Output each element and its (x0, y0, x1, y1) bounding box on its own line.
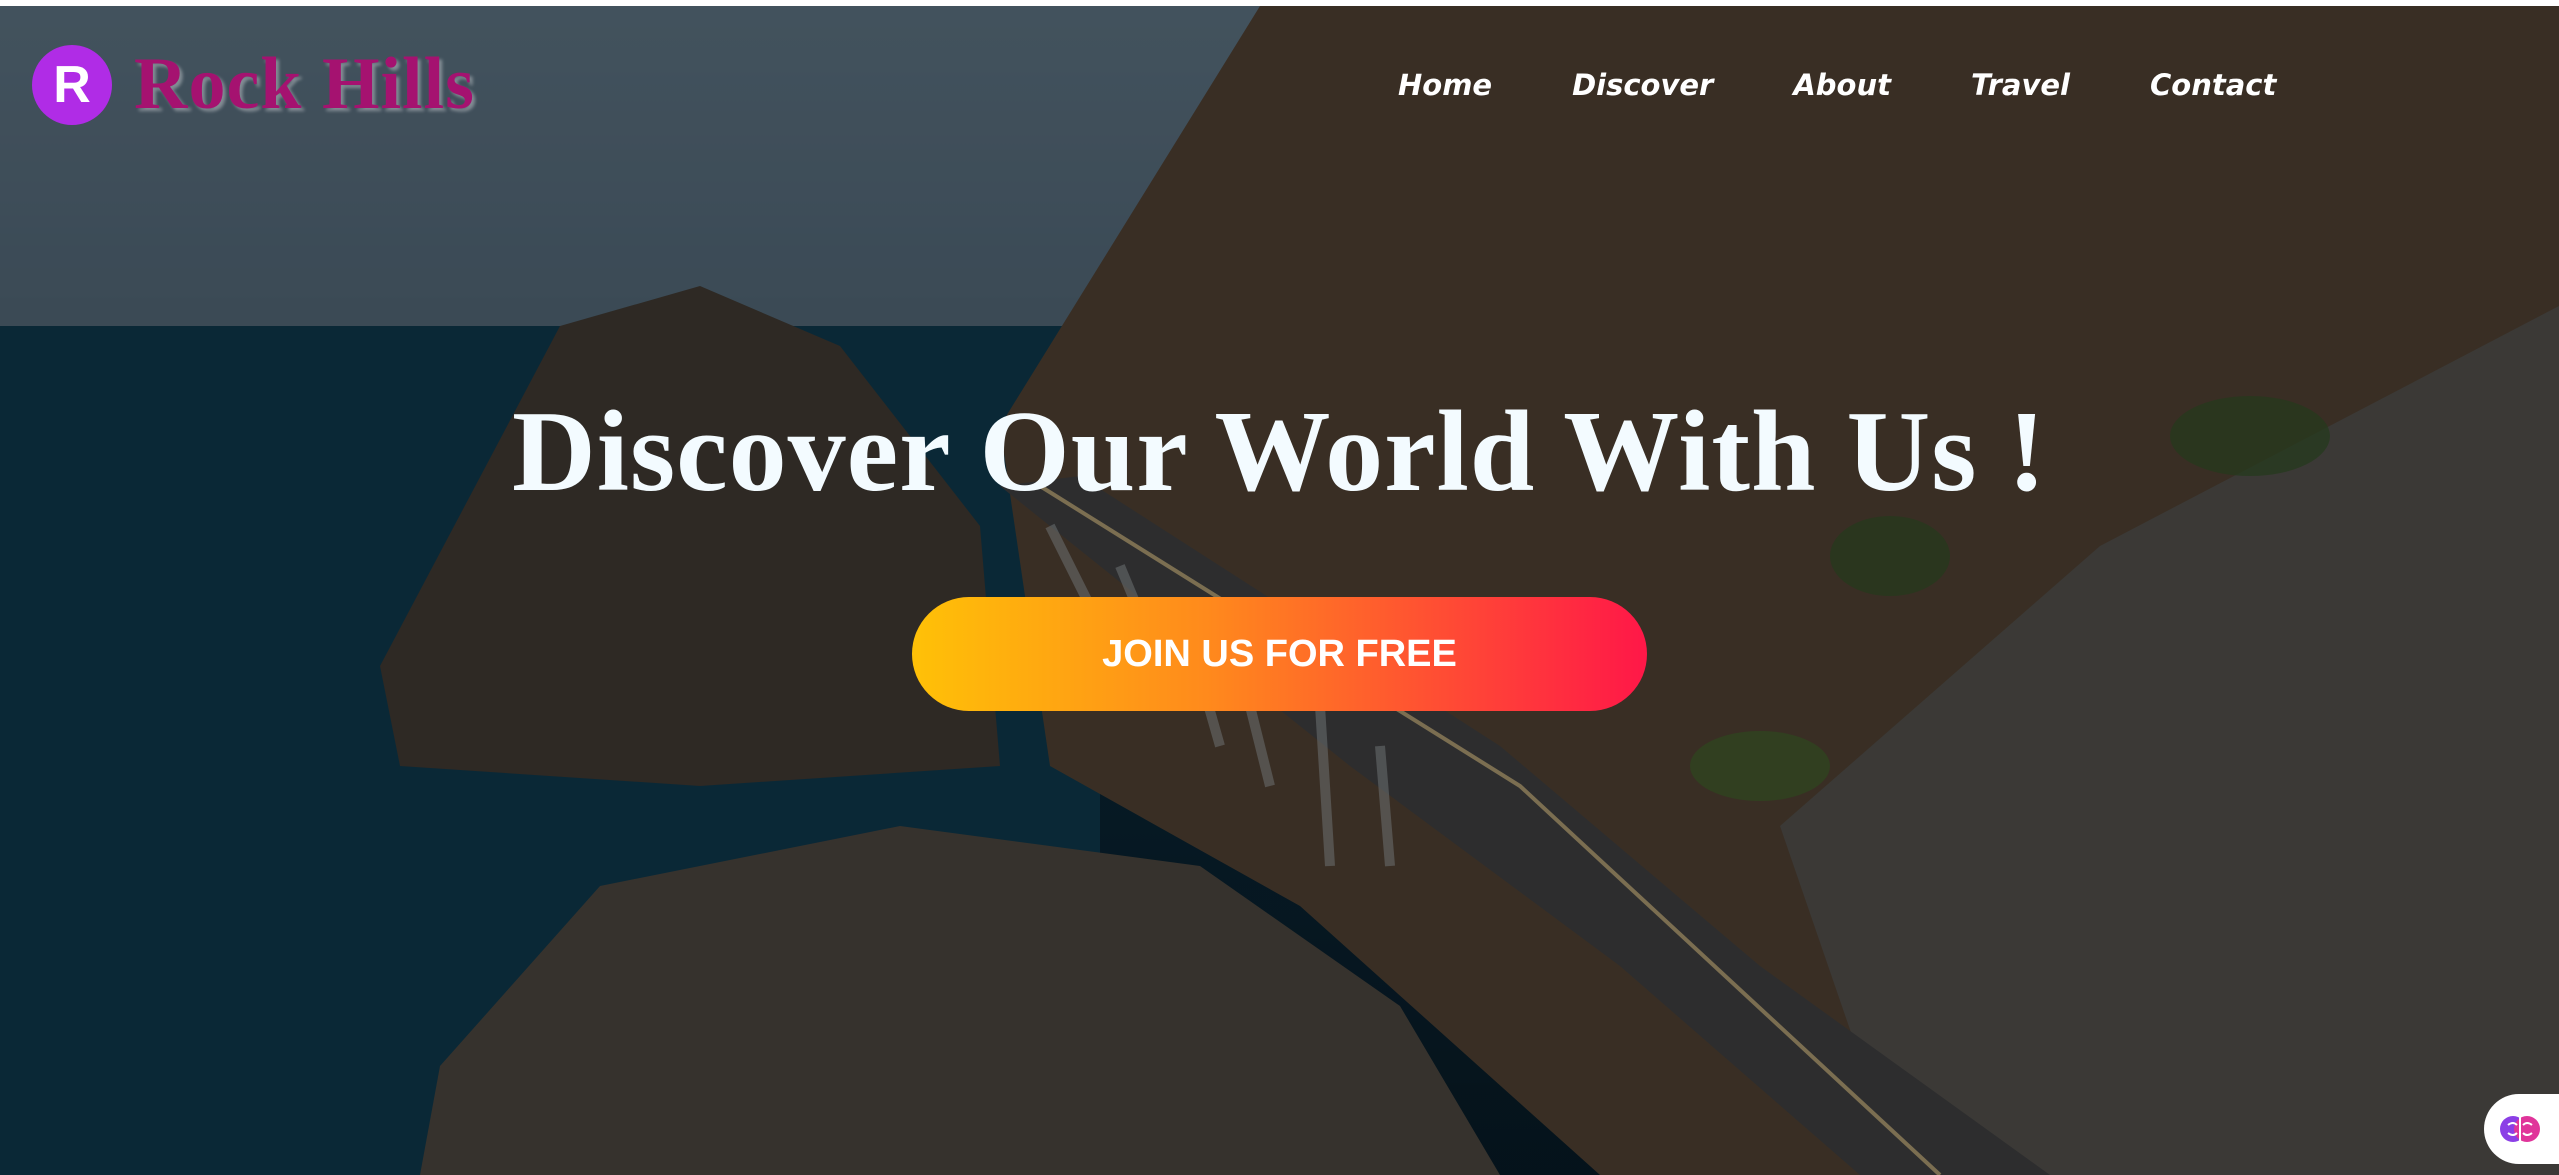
nav-link-contact[interactable]: Contact (2150, 68, 2276, 102)
nav-link-travel[interactable]: Travel (1971, 68, 2070, 102)
join-free-button[interactable]: JOIN US FOR FREE (912, 597, 1647, 711)
hero-headline: Discover Our World With Us ! (511, 388, 2048, 516)
nav-link-home[interactable]: Home (1398, 68, 1492, 102)
logo-badge-icon: R (32, 44, 112, 125)
hero-section: R Rock Hills Home Discover About Travel … (0, 6, 2559, 1175)
assistant-widget-button[interactable] (2484, 1094, 2559, 1164)
brand-logo[interactable]: R Rock Hills (32, 42, 475, 127)
main-navigation: Home Discover About Travel Contact (1398, 68, 2356, 102)
brain-icon (2500, 1116, 2540, 1142)
nav-link-about[interactable]: About (1793, 68, 1891, 102)
hero-background-image (0, 6, 2559, 1175)
nav-link-discover[interactable]: Discover (1572, 68, 1713, 102)
brand-name: Rock Hills (134, 43, 475, 125)
